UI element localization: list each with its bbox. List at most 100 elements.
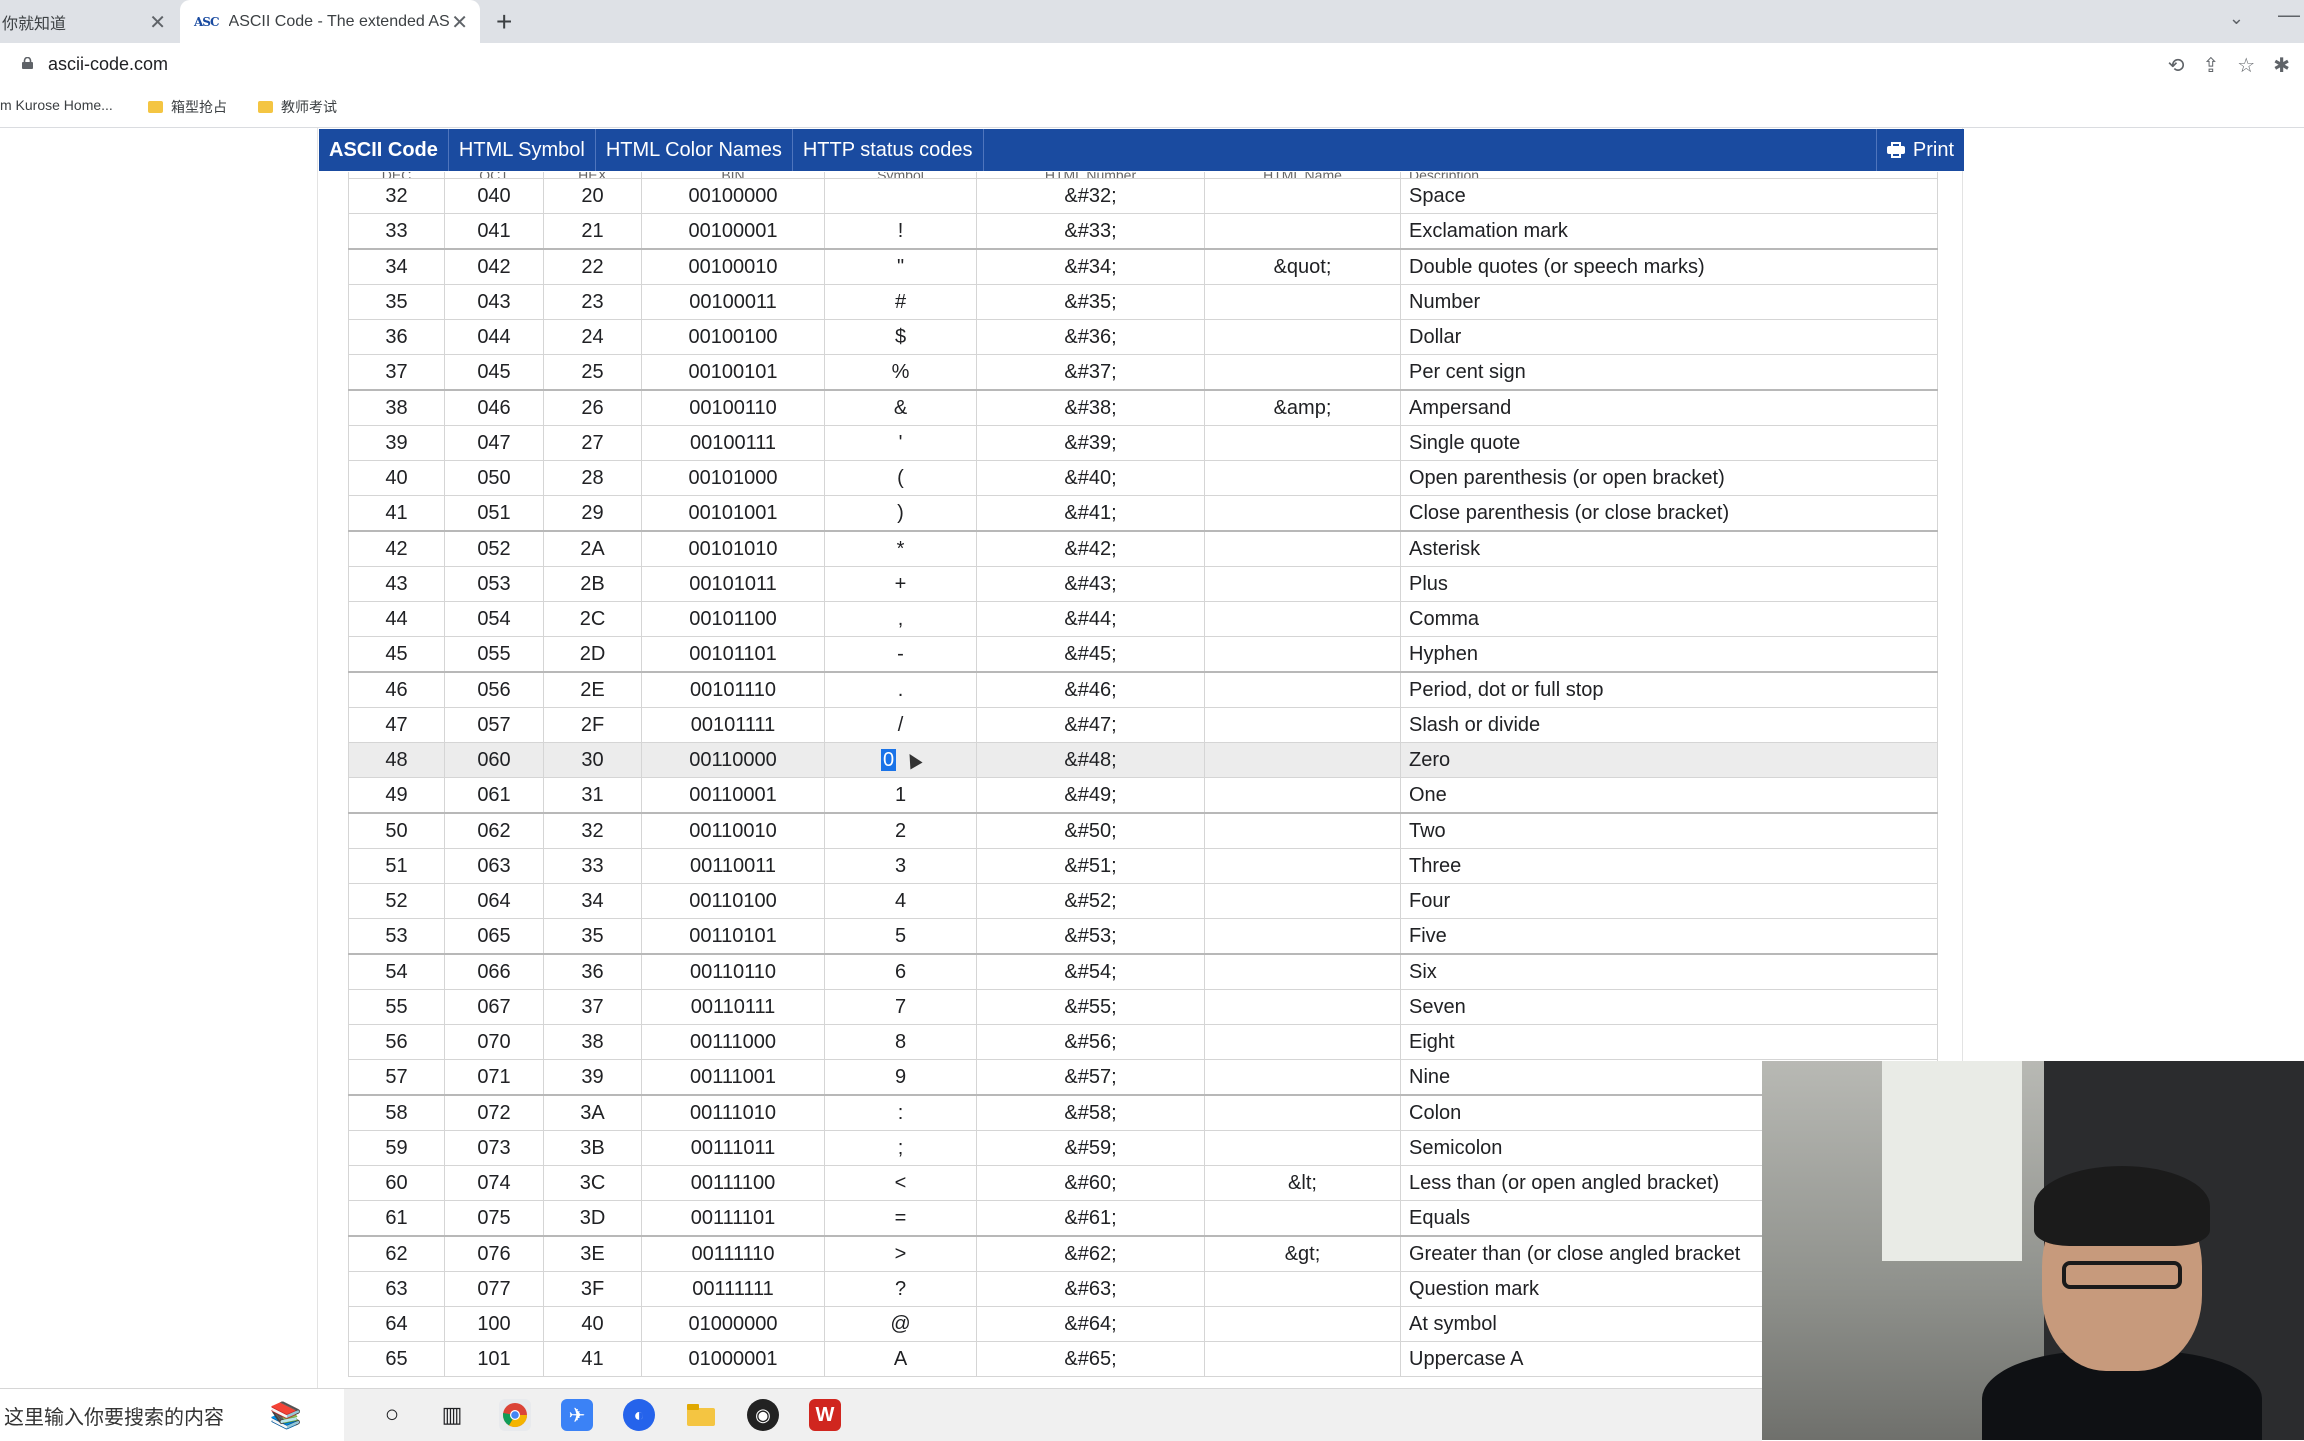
html-name-cell — [1204, 883, 1401, 919]
browser-app-icon[interactable]: ◐ — [623, 1399, 655, 1431]
html-name-cell: &gt; — [1204, 1235, 1401, 1272]
table-row: 34 042 22 00100010 " &#34; &quot; Double quotes… — [348, 248, 1938, 285]
dec-cell: 47 — [348, 707, 445, 743]
html-name-cell — [1204, 1271, 1401, 1307]
feishu-app-icon[interactable]: ✈ — [561, 1399, 593, 1431]
translate-icon[interactable]: ⟲ — [2168, 53, 2185, 78]
symbol-cell: $ — [824, 319, 977, 355]
table-row: 55 067 37 00110111 7 &#55; Seven — [348, 989, 1938, 1025]
html-name-cell — [1204, 1341, 1401, 1377]
nav-html-symbol[interactable]: HTML Symbol — [449, 129, 596, 171]
oct-cell: 064 — [444, 883, 544, 919]
description-cell: Eight — [1400, 1024, 1938, 1060]
chevron-down-icon[interactable]: ⌄ — [2229, 8, 2244, 29]
site-favicon-icon: ASC — [194, 14, 220, 29]
hex-cell: 35 — [543, 918, 642, 955]
description-cell: Dollar — [1400, 319, 1938, 355]
close-tab-icon[interactable]: ✕ — [451, 10, 468, 35]
dec-cell: 51 — [348, 848, 445, 884]
cortana-circle-icon[interactable]: ○ — [376, 1399, 408, 1431]
description-cell: Three — [1400, 848, 1938, 884]
printer-icon — [1886, 142, 1905, 158]
hex-cell: 36 — [543, 953, 642, 990]
html-name-cell — [1204, 213, 1401, 250]
ascii-table-body: DEC OCT HEX BIN Symbol HTML Number HTML … — [348, 172, 1938, 1377]
url-input[interactable]: ascii-code.com — [48, 54, 168, 75]
html-number-cell: &#46; — [976, 671, 1205, 708]
html-number-cell: &#49; — [976, 777, 1205, 814]
bin-cell: 00100010 — [641, 248, 825, 285]
extensions-icon[interactable]: ✱ — [2273, 53, 2290, 78]
bookmark-item[interactable]: m Kurose Home... — [0, 97, 113, 113]
description-cell: Hyphen — [1400, 636, 1938, 673]
oct-cell: 066 — [444, 953, 544, 990]
bin-cell: 00111110 — [641, 1235, 825, 1272]
hex-cell: 3A — [543, 1094, 642, 1131]
symbol-cell: ' — [824, 425, 977, 461]
oct-cell: 060 — [444, 742, 544, 778]
bin-cell: 00110011 — [641, 848, 825, 884]
table-row: 43 053 2B 00101011 + &#43; Plus — [348, 566, 1938, 602]
minimize-icon[interactable]: — — [2278, 2, 2300, 28]
html-name-cell — [1204, 1200, 1401, 1237]
html-number-cell: &#59; — [976, 1130, 1205, 1166]
oct-cell: 051 — [444, 495, 544, 532]
symbol-cell: 0 — [824, 742, 977, 778]
description-cell: Five — [1400, 918, 1938, 955]
new-tab-icon[interactable]: + — [496, 6, 512, 38]
dec-cell: 36 — [348, 319, 445, 355]
table-row: 60 074 3C 00111100 < &#60; &lt; Less than (or o… — [348, 1165, 1938, 1201]
dec-cell: 50 — [348, 812, 445, 849]
symbol-cell: + — [824, 566, 977, 602]
description-cell: Single quote — [1400, 425, 1938, 461]
hex-cell: 31 — [543, 777, 642, 814]
task-view-icon[interactable]: ▥ — [436, 1399, 468, 1431]
address-bar-actions: ⟲ ⇪ ☆ ✱ — [2168, 53, 2290, 78]
hex-cell: 33 — [543, 848, 642, 884]
html-number-cell: &#38; — [976, 389, 1205, 426]
browser-tab[interactable]: 你就知道 ✕ — [0, 0, 178, 43]
bin-cell: 00100111 — [641, 425, 825, 461]
oct-cell: 067 — [444, 989, 544, 1025]
html-number-cell: &#58; — [976, 1094, 1205, 1131]
table-row: 45 055 2D 00101101- &#45; Hyphen — [348, 636, 1938, 673]
html-number-cell: &#63; — [976, 1271, 1205, 1307]
bookmark-folder[interactable]: 箱型抢占 — [148, 97, 227, 117]
browser-tab-active[interactable]: ASC ASCII Code - The extended AS ✕ — [180, 0, 480, 43]
chrome-icon[interactable] — [499, 1399, 531, 1431]
table-row: 47 057 2F 00101111/&#47; Slash or divide — [348, 707, 1938, 743]
bin-cell: 00110001 — [641, 777, 825, 814]
close-tab-icon[interactable]: ✕ — [149, 10, 166, 35]
obs-app-icon[interactable]: ◉ — [747, 1399, 779, 1431]
bookmark-folder[interactable]: 教师考试 — [258, 97, 337, 117]
description-cell: Period, dot or full stop — [1400, 671, 1938, 708]
bin-cell: 00101101 — [641, 636, 825, 673]
table-row: 37 045 25 00100101% &#37; Per cent sign — [348, 354, 1938, 391]
description-cell: Close parenthesis (or close bracket) — [1400, 495, 1938, 532]
symbol-cell: 9 — [824, 1059, 977, 1096]
bin-cell: 00110000 — [641, 742, 825, 778]
bookmark-label: 教师考试 — [281, 99, 337, 115]
html-name-cell — [1204, 601, 1401, 637]
dec-cell: 56 — [348, 1024, 445, 1060]
html-number-cell: &#43; — [976, 566, 1205, 602]
nav-ascii-code[interactable]: ASCII Code — [319, 129, 449, 171]
oct-cell: 057 — [444, 707, 544, 743]
oct-cell: 061 — [444, 777, 544, 814]
bookmarks-bar: m Kurose Home... 箱型抢占 教师考试 — [0, 87, 2304, 128]
print-button[interactable]: Print — [1875, 129, 1964, 171]
nav-http-status-codes[interactable]: HTTP status codes — [793, 129, 984, 171]
html-number-cell: &#34; — [976, 248, 1205, 285]
wps-app-icon[interactable]: W — [809, 1399, 841, 1431]
books-illustration-icon: 📚 — [269, 1399, 303, 1430]
nav-html-color-names[interactable]: HTML Color Names — [596, 129, 793, 171]
html-name-cell — [1204, 178, 1401, 214]
html-number-cell: &#60; — [976, 1165, 1205, 1201]
file-explorer-icon[interactable] — [685, 1399, 717, 1431]
webcam-person-hair — [2034, 1166, 2210, 1246]
share-icon[interactable]: ⇪ — [2203, 53, 2220, 78]
bookmark-label: m Kurose Home... — [0, 97, 113, 113]
bookmark-star-icon[interactable]: ☆ — [2237, 53, 2255, 78]
symbol-cell: 7 — [824, 989, 977, 1025]
bin-cell: 00110110 — [641, 953, 825, 990]
